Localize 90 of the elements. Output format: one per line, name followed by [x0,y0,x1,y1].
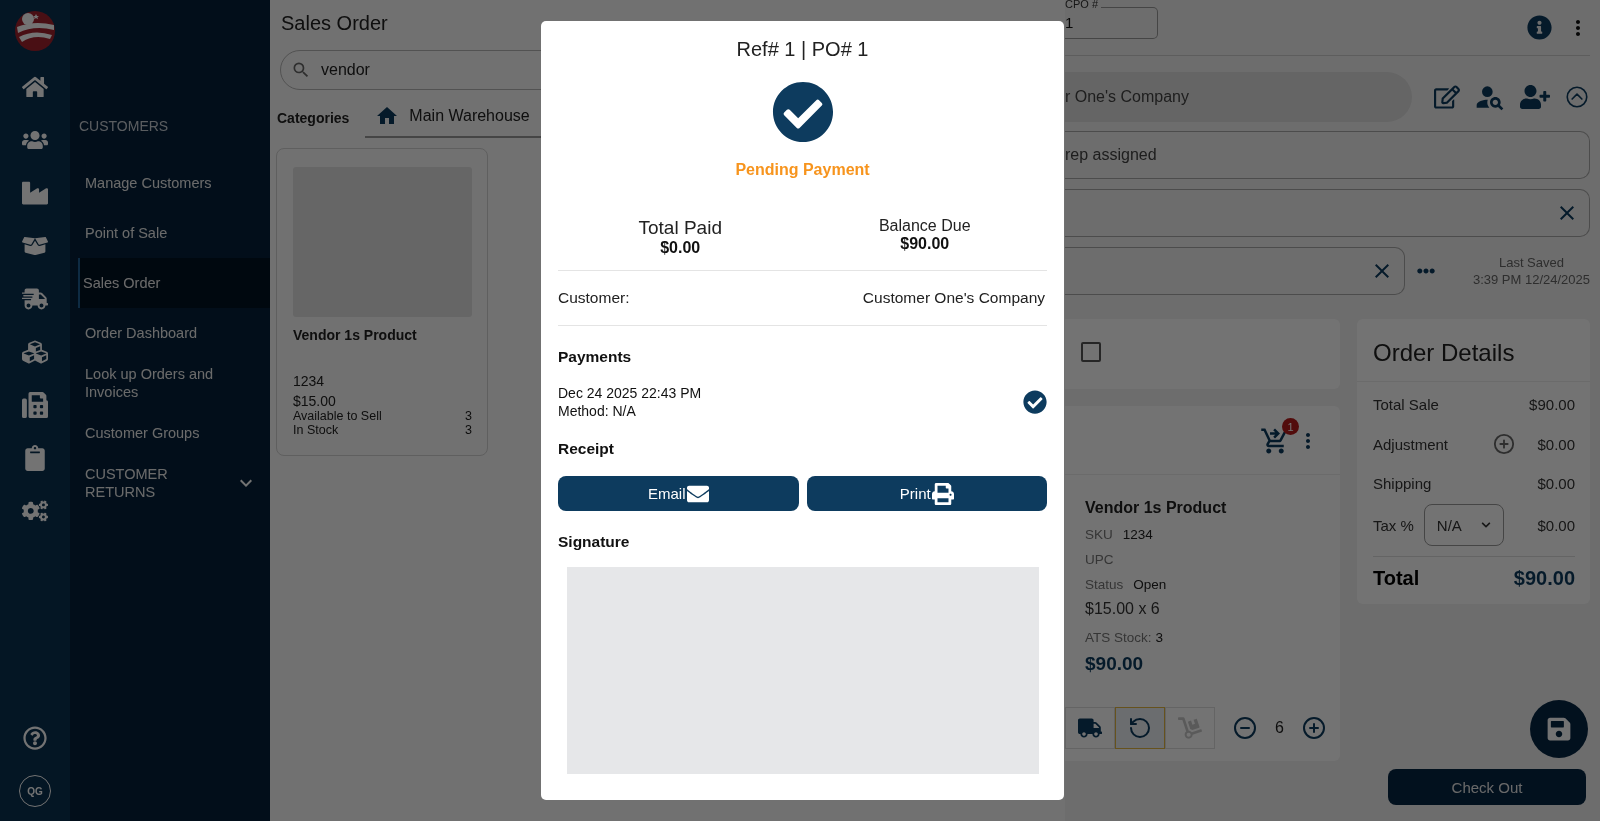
total-label: Total Paid [638,217,722,239]
logo-icon[interactable] [14,10,56,52]
item-field-value: Open [1133,577,1167,592]
gears-icon[interactable] [22,498,48,524]
stock-label: Available to Sell [293,409,382,423]
fulfillment-option[interactable] [1115,707,1165,749]
person-add-icon[interactable] [1520,82,1550,112]
line-total: $90.00 [1085,653,1145,675]
total-value: $90.00 [1513,567,1575,590]
total-value: $90.00 [900,235,950,253]
edit-icon[interactable] [1434,84,1460,110]
customer-field[interactable]: r One's Company [1065,72,1412,122]
tax-select[interactable]: N/A [1423,504,1504,546]
help-icon[interactable] [23,726,47,750]
nav-item[interactable]: Look up Orders and Invoices [78,358,270,408]
stock-value: 3 [465,409,472,423]
categories-label: Categories [277,110,350,128]
detail-value: $0.00 [1537,516,1575,534]
boxes-icon[interactable] [22,339,48,365]
last-saved-label: Last Saved [1498,254,1564,271]
nav-item[interactable]: Customer Groups [78,408,270,458]
plus-icon[interactable] [1493,433,1516,455]
factory-icon[interactable] [22,180,48,206]
nav-item[interactable]: CUSTOMER RETURNS [78,458,270,508]
home-icon[interactable] [22,74,48,100]
field-label: CPO # [1065,0,1101,10]
detail-label: Adjustment [1373,435,1449,453]
total-label: Total [1373,567,1420,590]
payment-status: Pending Payment [734,161,871,179]
product-sku: 1234 [293,373,326,389]
search-icon [291,60,311,80]
card-title: Order Details [1357,319,1590,382]
item-name: Vendor 1s Product [1085,499,1228,517]
total-value: $0.00 [660,239,701,257]
section-heading: Receipt [558,440,615,458]
item-field-value: 1234 [1122,527,1153,542]
last-saved-time: 3:39 PM 12/24/2025 [1472,271,1590,288]
hand-truck-icon [1178,716,1202,740]
cart-badge: 1 [1282,418,1299,435]
sales-rep-field[interactable]: rep assigned [1065,131,1590,179]
nav-item[interactable]: Manage Customers [78,158,270,208]
item-field-label: SKU [1085,527,1113,542]
text-field[interactable] [1065,247,1405,295]
info-icon[interactable] [1527,15,1552,40]
nav-section-title: CUSTOMERS [78,118,170,136]
delivery-truck-icon[interactable] [22,286,48,312]
stock-value: 3 [465,423,472,437]
detail-value: $90.00 [1529,396,1575,413]
clipboard-icon[interactable] [22,445,48,471]
email-button[interactable]: Email [558,476,799,511]
detail-label: Shipping [1373,475,1432,492]
price-quantity: $15.00 x 6 [1085,600,1161,618]
print-button[interactable]: Print [806,476,1047,511]
ats-label: ATS Stock: [1085,630,1152,645]
total-label: Balance Due [878,217,971,235]
section-heading: Signature [558,533,631,551]
chevron-up-icon[interactable] [1564,84,1590,110]
ats-value: 3 [1155,630,1164,645]
customer-label: Customer: [558,289,630,307]
nav-item[interactable]: Order Dashboard [78,308,270,358]
fax-icon[interactable] [22,392,48,418]
quantity-value: 6 [1275,719,1284,737]
item-field-label: Status [1085,577,1124,592]
product-price: $15.00 [293,393,337,409]
fulfillment-option[interactable] [1065,707,1115,749]
checkbox[interactable] [1081,342,1101,362]
save-icon [1546,716,1572,742]
text-field[interactable] [1065,189,1590,237]
section-heading: Payments [558,348,633,366]
checkout-button[interactable]: Check Out [1388,769,1586,805]
detail-label: Total Sale [1373,396,1439,413]
detail-label: Tax % [1373,516,1414,534]
detail-value: $0.00 [1537,475,1575,492]
item-field-label: UPC [1085,552,1114,567]
printer-icon [931,482,954,505]
payment-date: Dec 24 2025 22:43 PM [558,384,702,402]
plus-icon[interactable] [1301,716,1326,740]
nav-item[interactable]: Point of Sale [78,208,270,258]
chevron-down-icon [1480,520,1491,530]
truck-icon [1078,716,1102,740]
detail-value: $0.00 [1537,435,1575,453]
page-title: Sales Order [280,12,389,35]
minus-icon[interactable] [1233,716,1257,740]
nav-item[interactable]: Sales Order [78,258,270,308]
customer-name: Customer One's Company [862,289,1045,307]
rotate-icon [1128,716,1152,740]
product-name: Vendor 1s Product [293,327,418,343]
payment-method: Method: N/A [558,402,637,420]
stock-label: In Stock [293,423,339,437]
product-card[interactable]: Vendor 1s Product 1234 $15.00 Available to Sell 3 In Stock 3 [276,148,488,456]
